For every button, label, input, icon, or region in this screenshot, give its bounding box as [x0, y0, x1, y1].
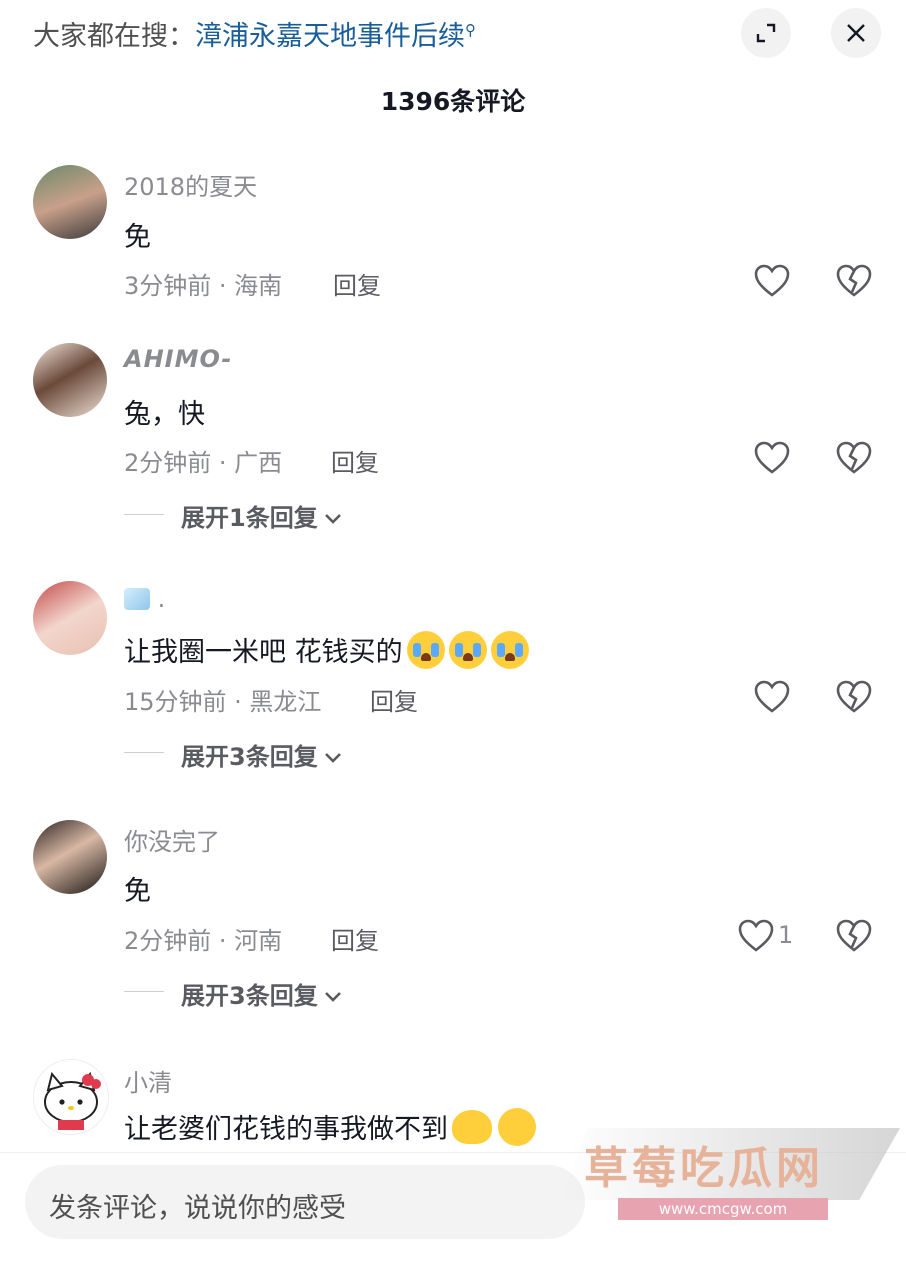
- trending-search-prefix: 大家都在搜：: [33, 21, 195, 52]
- username-text: .: [157, 585, 166, 613]
- comment-count: 1396条评论: [380, 87, 526, 116]
- avatar[interactable]: [33, 1059, 109, 1135]
- avatar[interactable]: [33, 165, 107, 239]
- dislike-broken-heart-icon[interactable]: [836, 919, 872, 953]
- reply-button[interactable]: 回复: [370, 682, 418, 717]
- expand-replies-button[interactable]: 展开3条回复: [181, 737, 342, 772]
- trending-search-hint[interactable]: 大家都在搜：漳浦永嘉天地事件后续⚲: [33, 14, 476, 53]
- comment-time-location: 2分钟前 · 河南: [124, 927, 283, 955]
- expand-divider: [124, 514, 164, 515]
- comment-username[interactable]: 小清: [124, 1063, 172, 1098]
- comment-input[interactable]: 发条评论，说说你的感受: [25, 1165, 585, 1239]
- search-icon: ⚲: [465, 21, 476, 39]
- comment-text: 免: [124, 876, 151, 907]
- comment-username[interactable]: .: [124, 585, 165, 613]
- avatar[interactable]: [33, 581, 107, 655]
- dislike-broken-heart-icon[interactable]: [836, 441, 872, 475]
- reply-button[interactable]: 回复: [331, 443, 379, 478]
- comment-text-body: 让我圈一米吧 花钱买的: [124, 637, 403, 668]
- comment-time-location: 15分钟前 · 黑龙江: [124, 688, 322, 716]
- comment-username[interactable]: AHIMO-: [124, 345, 232, 373]
- close-button[interactable]: [831, 8, 881, 58]
- close-icon: [847, 24, 865, 42]
- ice-cube-icon: [124, 588, 150, 610]
- like-heart-icon[interactable]: [754, 264, 790, 298]
- expand-replies-label: 展开3条回复: [181, 982, 318, 1010]
- reply-button[interactable]: 回复: [331, 921, 379, 956]
- comment-username[interactable]: 你没完了: [124, 822, 220, 857]
- chevron-down-icon: [324, 753, 341, 763]
- watermark-url: www.cmcgw.com: [618, 1198, 828, 1220]
- reply-button[interactable]: 回复: [333, 266, 381, 301]
- like-heart-icon[interactable]: [754, 680, 790, 714]
- avatar[interactable]: [33, 820, 107, 894]
- comment-text: 兔，快: [124, 399, 205, 430]
- comment-time-location: 2分钟前 · 广西: [124, 449, 283, 477]
- hugging-face-icon: [498, 1108, 536, 1146]
- comment-text: 让老婆们花钱的事我做不到: [124, 1107, 536, 1146]
- hello-kitty-avatar-icon: [44, 1071, 101, 1130]
- comment-text-body: 让老婆们花钱的事我做不到: [124, 1114, 448, 1145]
- like-count: 1: [778, 921, 794, 949]
- chevron-down-icon: [324, 992, 341, 1002]
- watermark: 草莓吃瓜网 www.cmcgw.com: [560, 1128, 900, 1224]
- expand-replies-button[interactable]: 展开1条回复: [181, 498, 342, 533]
- dislike-broken-heart-icon[interactable]: [836, 680, 872, 714]
- comment-text: 免: [124, 222, 151, 253]
- expand-icon: [756, 23, 776, 43]
- expand-replies-label: 展开3条回复: [181, 743, 318, 771]
- heart-hands-icon: [452, 1110, 492, 1144]
- comment-time-location: 3分钟前 · 海南: [124, 272, 283, 300]
- trending-search-keyword[interactable]: 漳浦永嘉天地事件后续: [195, 21, 465, 52]
- crying-face-icon: [490, 631, 529, 669]
- expand-button[interactable]: [741, 8, 791, 58]
- crying-face-icon: [448, 631, 487, 669]
- like-heart-icon[interactable]: [754, 441, 790, 475]
- expand-divider: [124, 752, 164, 753]
- dislike-broken-heart-icon[interactable]: [836, 264, 872, 298]
- comment-username[interactable]: 2018的夏天: [124, 167, 257, 202]
- expand-replies-button[interactable]: 展开3条回复: [181, 976, 342, 1011]
- comment-input-placeholder: 发条评论，说说你的感受: [49, 1193, 346, 1224]
- chevron-down-icon: [324, 514, 341, 524]
- watermark-text: 草莓吃瓜网: [584, 1143, 824, 1194]
- expand-divider: [124, 991, 164, 992]
- crying-face-icon: [406, 631, 445, 669]
- expand-replies-label: 展开1条回复: [181, 504, 318, 532]
- comment-text: 让我圈一米吧 花钱买的: [124, 630, 529, 669]
- avatar[interactable]: [33, 343, 107, 417]
- like-heart-icon[interactable]: [738, 919, 774, 953]
